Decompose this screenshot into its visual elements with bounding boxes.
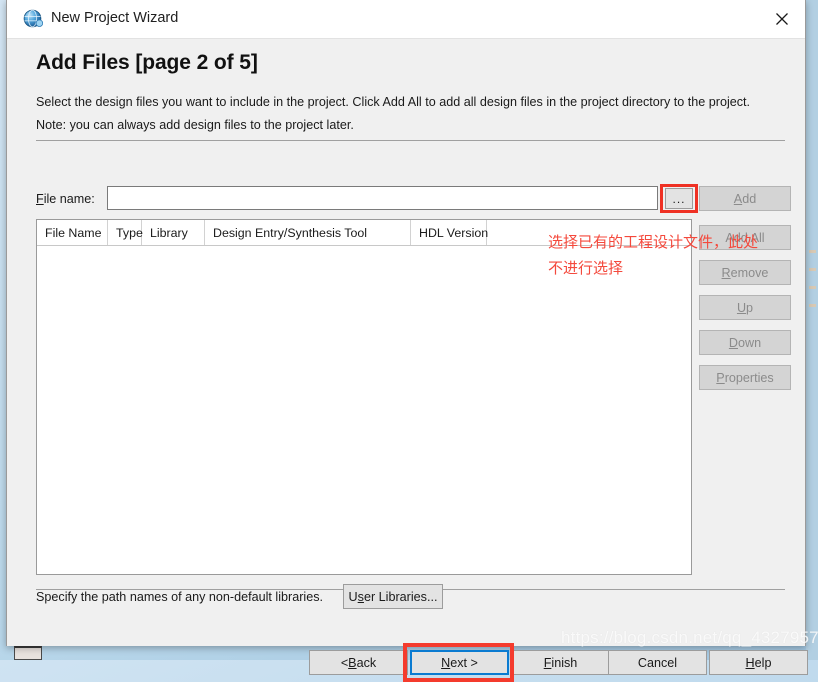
finish-button[interactable]: Finish [511,650,610,675]
column-header-hdl-version[interactable]: HDL Version [411,220,487,245]
description-line-1: Select the design files you want to incl… [36,95,750,109]
user-libraries-button-prefix: U [349,590,358,604]
description-line-2: Note: you can always add design files to… [36,118,354,132]
up-button-label: p [746,301,753,315]
help-button-label: elp [755,656,772,670]
add-all-button[interactable]: Add All [699,225,791,250]
desktop-dash [809,304,816,307]
back-button[interactable]: < Back [309,650,408,675]
desktop-dash [809,268,816,271]
column-header-library[interactable]: Library [142,220,205,245]
separator-top [36,140,785,141]
desktop-dash [809,286,816,289]
up-button-mnemonic: U [737,301,746,315]
title-bar: New Project Wizard [7,0,805,39]
cancel-button-label: Cancel [638,656,677,670]
down-button-label: own [738,336,761,350]
desktop-dash [809,250,816,253]
user-libraries-button-suffix: er Libraries... [364,590,438,604]
back-button-prefix: < [341,656,348,670]
dialog-content: Add Files [page 2 of 5] Select the desig… [7,39,805,646]
properties-button-label: roperties [725,371,774,385]
page-title: Add Files [page 2 of 5] [36,51,258,75]
finish-button-label: inish [551,656,577,670]
column-header-file-name[interactable]: File Name [37,220,108,245]
column-header-design-entry-synthesis-tool[interactable]: Design Entry/Synthesis Tool [205,220,411,245]
browse-ellipsis-button[interactable]: ... [665,188,693,209]
file-name-label-rest: ile name: [44,192,95,206]
design-files-table[interactable]: File Name Type Library Design Entry/Synt… [36,219,692,575]
add-button[interactable]: Add [699,186,791,211]
user-libraries-button[interactable]: User Libraries... [343,584,443,609]
close-icon[interactable] [759,0,805,37]
file-name-label-mnemonic: F [36,192,44,206]
remove-button-label: emove [731,266,769,280]
add-button-mnemonic: A [734,192,742,206]
desktop-right-strip [806,0,818,660]
back-button-label: ack [357,656,377,670]
column-header-type[interactable]: Type [108,220,142,245]
next-button-mnemonic: N [441,656,450,670]
table-header-row: File Name Type Library Design Entry/Synt… [37,220,691,246]
file-name-label: File name: [36,192,95,206]
cancel-button[interactable]: Cancel [608,650,707,675]
add-button-label: dd [742,192,756,206]
file-name-input[interactable] [107,186,658,210]
remove-button-mnemonic: R [722,266,731,280]
next-button-label: ext > [450,656,478,670]
finish-button-mnemonic: F [544,656,552,670]
up-button[interactable]: Up [699,295,791,320]
back-button-mnemonic: B [348,656,356,670]
down-button-mnemonic: D [729,336,738,350]
add-all-button-label: Add All [725,231,764,245]
window-title: New Project Wizard [51,10,178,26]
help-button[interactable]: Help [709,650,808,675]
help-button-mnemonic: H [746,656,755,670]
next-button[interactable]: Next > [410,650,509,675]
column-header-spacer [487,220,691,245]
down-button[interactable]: Down [699,330,791,355]
taskbar-item[interactable] [14,646,42,660]
remove-button[interactable]: Remove [699,260,791,285]
new-project-wizard-dialog: New Project Wizard Add Files [page 2 of … [6,0,806,646]
globe-icon [23,9,43,29]
properties-button-mnemonic: P [716,371,724,385]
properties-button[interactable]: Properties [699,365,791,390]
user-libraries-description: Specify the path names of any non-defaul… [36,590,323,604]
